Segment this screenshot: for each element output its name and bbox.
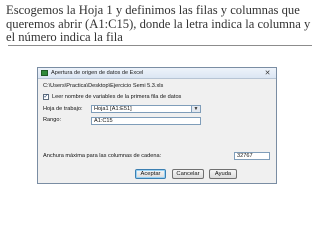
slide-divider (8, 45, 312, 46)
max-width-input[interactable]: 32767 (234, 152, 270, 160)
range-input[interactable]: A1:C15 (91, 117, 201, 125)
excel-source-dialog: Apertura de origen de datos de Excel ✕ C… (37, 67, 277, 184)
sheet-select-value: Hoja1 [A1:E51] (94, 106, 132, 112)
file-path: C:\Users\Practica\Desktop\Ejercicio Semi… (43, 83, 164, 89)
range-label: Rango: (43, 117, 62, 123)
checkmark-icon[interactable]: ✓ (43, 94, 49, 100)
dialog-titlebar: Apertura de origen de datos de Excel ✕ (38, 68, 276, 79)
cancel-button[interactable]: Cancelar (172, 169, 204, 179)
sheet-select[interactable]: Hoja1 [A1:E51] ▼ (91, 105, 201, 113)
excel-data-source-icon (41, 70, 48, 76)
chevron-down-icon[interactable]: ▼ (191, 106, 200, 112)
help-button[interactable]: Ayuda (209, 169, 237, 179)
checkbox-label: Leer nombre de variables de la primera f… (52, 94, 182, 100)
slide-instruction-text: Escogemos la Hoja 1 y definimos las fila… (6, 3, 311, 45)
max-width-label: Anchura máxima para las columnas de cade… (43, 153, 162, 159)
accept-button[interactable]: Aceptar (135, 169, 166, 179)
dialog-title: Apertura de origen de datos de Excel (51, 70, 144, 76)
close-icon[interactable]: ✕ (263, 69, 272, 77)
sheet-label: Hoja de trabajo: (43, 106, 83, 112)
read-variable-names-option[interactable]: ✓ Leer nombre de variables de la primera… (43, 94, 181, 100)
